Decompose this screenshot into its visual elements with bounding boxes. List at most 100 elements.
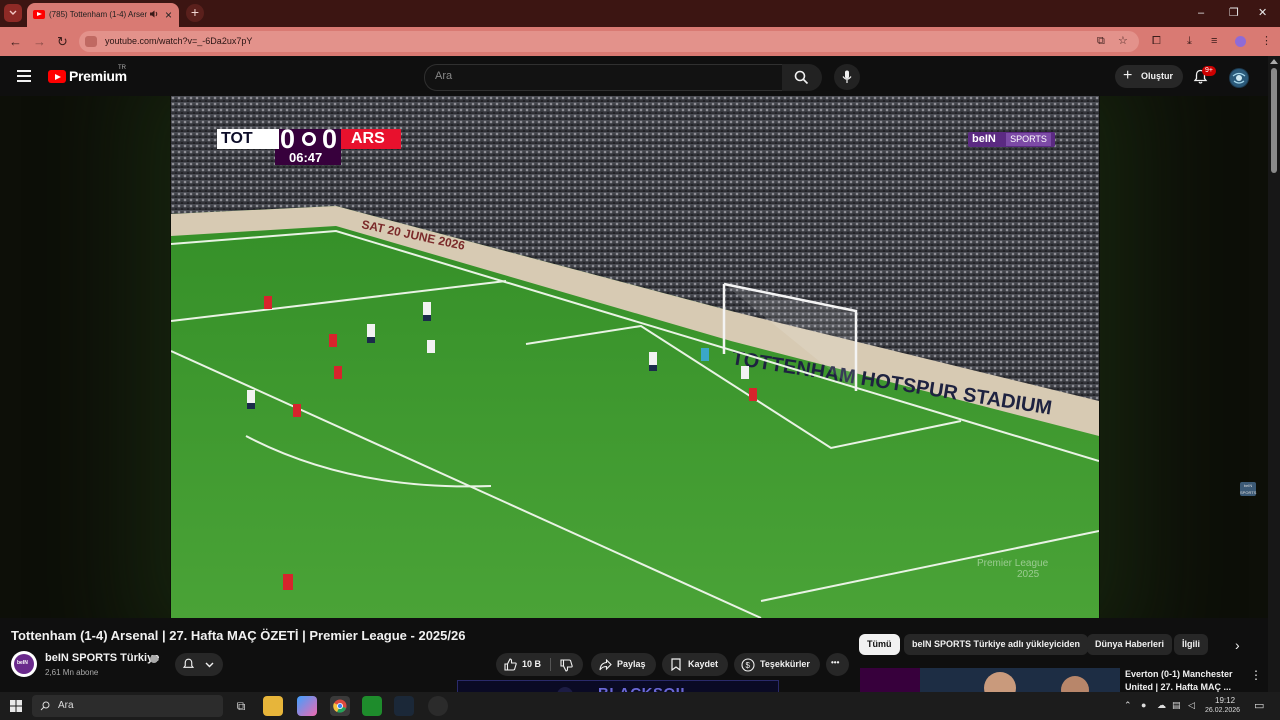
thumbs-down-icon[interactable] <box>560 659 573 672</box>
browser-menu-icon[interactable]: ⋮ <box>1261 35 1272 48</box>
clock-time[interactable]: 19:12 <box>1215 696 1235 705</box>
recommended-thumbnail-art <box>860 668 1120 694</box>
thanks-button[interactable]: $ Teşekkürler <box>734 653 820 676</box>
scroll-up-arrow-icon[interactable] <box>1270 59 1278 64</box>
chip-all[interactable]: Tümü <box>859 634 900 655</box>
site-info-icon[interactable] <box>85 36 97 47</box>
youtube-favicon-icon <box>33 10 45 19</box>
bookmark-star-icon[interactable]: ☆ <box>1118 35 1128 48</box>
forward-arrow-icon[interactable]: → <box>33 34 46 49</box>
task-view-icon[interactable]: ⧉ <box>231 696 251 716</box>
thumbs-up-icon[interactable] <box>504 658 517 671</box>
tab-search-button[interactable] <box>4 4 22 22</box>
chip-related[interactable]: İlgili <box>1174 634 1208 655</box>
extensions-icon[interactable]: ⧠ <box>1152 35 1161 48</box>
football-pitch-scene: SAT 20 JUNE 2026 TOTTENHAM HOTSPUR STADI… <box>171 96 1099 618</box>
notification-center-icon[interactable]: ▭ <box>1254 699 1264 712</box>
tray-chevron-up-icon[interactable]: ⌃ <box>1124 700 1132 711</box>
recommended-video-title[interactable]: Everton (0-1) Manchester United | 27. Ha… <box>1125 668 1237 694</box>
scroll-thumb[interactable] <box>1271 68 1277 173</box>
profile-icon[interactable] <box>1235 36 1246 47</box>
channel-name[interactable]: beIN SPORTS Türkiye <box>45 652 159 664</box>
minimize-button[interactable]: – <box>1198 4 1204 22</box>
record-app-icon[interactable] <box>428 696 448 716</box>
video-frame[interactable]: SAT 20 JUNE 2026 TOTTENHAM HOTSPUR STADI… <box>171 96 1099 618</box>
new-tab-button[interactable]: + <box>186 4 204 22</box>
super-thanks-icon: $ <box>741 658 755 672</box>
tray-network-icon[interactable]: ▤ <box>1172 700 1181 711</box>
recommended-more-icon[interactable]: ⋮ <box>1250 668 1262 682</box>
bein-logo-label: SPORTS <box>1006 133 1051 146</box>
media-controls-icon[interactable]: ≡ <box>1211 35 1217 48</box>
chevron-right-icon[interactable]: › <box>1235 637 1240 653</box>
like-count[interactable]: 10 B <box>522 659 541 669</box>
browser-tab-strip: (785) Tottenham (1-4) Arsenal | 27. Haft… <box>0 0 1280 27</box>
tab-close-icon[interactable]: × <box>165 8 172 22</box>
save-button[interactable]: Kaydet <box>662 653 728 676</box>
youtube-logo-icon[interactable] <box>48 70 66 83</box>
side-channel-logo: beIN SPORTS <box>1240 482 1256 496</box>
video-player[interactable]: SAT 20 JUNE 2026 TOTTENHAM HOTSPUR STADI… <box>0 96 1268 618</box>
windows-start-icon[interactable] <box>10 700 22 712</box>
channel-avatar[interactable]: beIN <box>11 651 37 677</box>
tab-title: (785) Tottenham (1-4) Arsenal | 27. Haft… <box>49 10 147 19</box>
thanks-label: Teşekkürler <box>760 659 810 669</box>
reload-icon[interactable]: ↻ <box>57 34 68 49</box>
chrome-app-icon[interactable] <box>330 696 350 716</box>
create-button[interactable]: + Oluştur <box>1115 65 1183 88</box>
clock-date[interactable]: 26.02.2026 <box>1205 707 1240 714</box>
steam-icon[interactable] <box>394 696 414 716</box>
search-input[interactable]: Ara <box>424 64 782 91</box>
copilot-icon[interactable] <box>297 696 317 716</box>
home-team-label: TOT <box>221 130 253 147</box>
windows-taskbar: Ara ⧉ ⌃ ● ☁ ▤ ◁ 19:12 26.02.2026 ▭ <box>0 692 1280 720</box>
share-button[interactable]: Paylaş <box>591 653 656 676</box>
back-arrow-icon[interactable]: ← <box>9 34 22 49</box>
voice-search-button[interactable] <box>834 64 860 90</box>
bein-sports-logo: beIN SPORTS <box>968 132 1055 147</box>
restore-button[interactable]: ❐ <box>1229 4 1239 22</box>
tray-mic-icon[interactable]: ● <box>1141 700 1146 710</box>
bein-logo-name: beIN <box>972 133 996 145</box>
subscribe-bell-button[interactable] <box>175 653 223 676</box>
xbox-icon[interactable] <box>362 696 382 716</box>
url-text[interactable]: youtube.com/watch?v=_-6Da2ux7pY <box>105 35 252 48</box>
plus-icon: + <box>1123 67 1133 84</box>
file-explorer-icon[interactable] <box>263 696 283 716</box>
taskbar-search-box[interactable]: Ara <box>32 695 223 717</box>
chip-from-uploader[interactable]: beIN SPORTS Türkiye adlı yükleyiciden <box>904 634 1089 655</box>
divider <box>550 658 551 671</box>
chip-world-news[interactable]: Dünya Haberleri <box>1087 634 1173 655</box>
install-app-icon[interactable]: ⧉ <box>1097 35 1105 48</box>
search-placeholder: Ara <box>435 70 453 82</box>
away-team-label: ARS <box>351 130 385 147</box>
country-code: TR <box>118 65 126 71</box>
more-actions-button[interactable]: ••• <box>826 653 849 676</box>
save-label: Kaydet <box>688 659 719 669</box>
search-button[interactable] <box>782 64 822 91</box>
verified-check-icon <box>150 655 158 663</box>
subscriber-count: 2,61 Mn abone <box>45 668 99 677</box>
taskbar-search-label: Ara <box>58 700 74 711</box>
svg-text:$: $ <box>746 661 751 670</box>
more-dots-icon: ••• <box>831 658 840 667</box>
menu-icon[interactable] <box>17 70 31 85</box>
address-bar[interactable]: youtube.com/watch?v=_-6Da2ux7pY ⧉ ☆ <box>79 31 1139 52</box>
account-avatar[interactable] <box>1229 68 1249 88</box>
home-team: TOT <box>217 129 279 149</box>
speaker-icon[interactable] <box>149 9 159 19</box>
download-icon[interactable]: ⤓ <box>1187 35 1192 48</box>
chrome-icon <box>333 699 347 713</box>
close-window-button[interactable]: ✕ <box>1258 4 1267 22</box>
page-scrollbar[interactable] <box>1268 56 1280 692</box>
like-dislike-group: 10 B <box>496 653 583 676</box>
channel-avatar-label: beIN <box>17 660 28 666</box>
tray-volume-icon[interactable]: ◁ <box>1188 700 1195 711</box>
microphone-icon <box>842 70 852 83</box>
chevron-down-icon <box>205 662 214 668</box>
search-icon <box>40 701 50 711</box>
recommended-video-thumbnail[interactable] <box>860 668 1120 694</box>
share-label: Paylaş <box>617 659 646 669</box>
browser-tab[interactable]: (785) Tottenham (1-4) Arsenal | 27. Haft… <box>27 3 179 27</box>
tray-app-icon[interactable]: ☁ <box>1157 700 1166 711</box>
